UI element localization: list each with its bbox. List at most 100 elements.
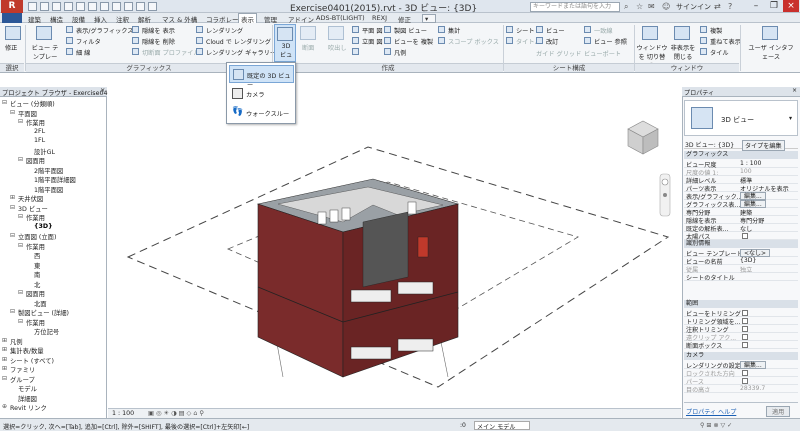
tile-icon[interactable] (700, 48, 707, 55)
revision-button[interactable]: 改訂 (546, 37, 558, 46)
view-reference-icon[interactable] (584, 37, 591, 44)
property-checkbox[interactable] (742, 370, 748, 376)
undo-icon[interactable] (52, 2, 61, 11)
3d-view-icon[interactable] (124, 2, 133, 11)
tree-expander-icon[interactable]: ⊟ (18, 242, 23, 249)
replicate-icon[interactable] (700, 26, 707, 33)
tree-item[interactable]: 平面図 (18, 109, 37, 118)
section-view-icon[interactable] (300, 26, 316, 40)
tab-insert[interactable]: 挿入 (92, 14, 109, 24)
selection-filter-icon[interactable]: ⚲ ⊞ ⊗ ▽ ✓ (700, 422, 732, 429)
remove-hidden-button[interactable]: 隠線を 削除 (142, 37, 175, 46)
property-edit-button[interactable]: 編集... (740, 361, 766, 369)
tree-expander-icon[interactable]: ⊟ (18, 118, 23, 125)
tab-massing[interactable]: マス & 外構 (160, 14, 199, 24)
search-input[interactable]: キーワードまたは語句を入力 (530, 2, 620, 12)
plan-view-button[interactable]: 平面 図 (362, 26, 383, 35)
rendering-button[interactable]: レンダリング (206, 26, 243, 35)
building-model[interactable] (256, 178, 460, 378)
tree-item[interactable]: 1FL (34, 137, 45, 144)
tab-ads-bt[interactable]: ADS-BT(LIGHT) (314, 14, 367, 23)
vis-graphics-icon[interactable] (66, 26, 73, 33)
model-canvas[interactable] (108, 87, 681, 408)
tree-item[interactable]: 作業用 (26, 118, 45, 127)
elevation-icon[interactable] (352, 37, 359, 44)
close-hidden-icon[interactable] (674, 26, 690, 40)
section-button[interactable]: 断面 (302, 43, 314, 52)
help-icon[interactable]: ? (728, 2, 732, 11)
tree-item[interactable]: 西 (34, 251, 40, 260)
app-tab[interactable] (2, 13, 22, 23)
tree-item[interactable]: 詳細図 (18, 394, 37, 403)
tile-button[interactable]: タイル (710, 48, 729, 57)
user-interface-button[interactable]: ユーザ インタフェース (746, 43, 796, 61)
thin-lines-icon[interactable] (66, 48, 73, 55)
tab-systems[interactable]: 設備 (70, 14, 87, 24)
maximize-button[interactable]: ❐ (766, 0, 782, 12)
properties-close-icon[interactable]: × (792, 87, 797, 94)
tree-item[interactable]: 作業用 (26, 318, 45, 327)
schedule-button[interactable]: 集計 (448, 26, 460, 35)
user-interface-icon[interactable] (762, 26, 778, 40)
tree-item[interactable]: 凡例 (10, 337, 23, 346)
tree-expander-icon[interactable]: ⊟ (2, 99, 7, 106)
tree-item[interactable]: 1階平面詳細図 (34, 175, 76, 184)
tree-item[interactable]: Revit リンク (10, 403, 47, 412)
browser-close-icon[interactable]: × (100, 87, 105, 94)
property-checkbox[interactable] (742, 334, 748, 340)
active-workset[interactable]: メイン モデル (474, 421, 530, 431)
view-reference-button[interactable]: ビュー 参照 (594, 37, 627, 46)
tree-item[interactable]: 集計表/数量 (10, 346, 44, 355)
property-edit-button[interactable]: <なし> (740, 249, 771, 257)
exchange-icon[interactable]: ⇄ (714, 2, 721, 11)
tree-item[interactable]: 2FL (34, 128, 45, 135)
default-3d-view-item[interactable]: 既定の 3D ビュー (229, 65, 294, 89)
property-checkbox[interactable] (742, 342, 748, 348)
legend-icon[interactable] (384, 48, 391, 55)
print-icon[interactable] (76, 2, 85, 11)
guide-grid-button[interactable]: ガイド グリッド (536, 49, 581, 58)
detail-level-icon[interactable]: ▣ ◎ ☀ ◑ ▤ ◇ ⌂ ⚲ (148, 410, 204, 417)
tree-item[interactable]: 作業用 (26, 213, 45, 222)
tree-item[interactable]: 図面用 (26, 156, 45, 165)
modify-arrow-icon[interactable] (5, 26, 21, 40)
type-selector[interactable]: 3D ビュー ▾ (684, 100, 798, 136)
property-edit-button[interactable]: 編集... (740, 192, 766, 200)
tree-item[interactable]: グループ (10, 375, 35, 384)
tree-item[interactable]: シート (すべて) (10, 356, 54, 365)
view-icon[interactable] (536, 26, 543, 33)
cut-profile-icon[interactable] (132, 48, 139, 55)
duplicate-view-icon[interactable] (384, 37, 391, 44)
drafting-view-button[interactable]: 製図 ビュー (394, 26, 427, 35)
gallery-icon[interactable] (196, 48, 203, 55)
plan-view-icon[interactable] (352, 26, 359, 33)
tree-expander-icon[interactable]: ⊟ (10, 232, 15, 239)
viewports-button[interactable]: ビューポート (584, 49, 621, 58)
tree-expander-icon[interactable]: ⊟ (18, 156, 23, 163)
walkthrough-item[interactable]: 👣 ウォークスルー (229, 104, 294, 122)
3d-view-button[interactable]: 3D ビュー (274, 24, 296, 68)
schedule-icon[interactable] (438, 26, 445, 33)
vis-graphics-button[interactable]: 表示/グラフィックス (76, 26, 133, 35)
tree-item[interactable]: 北 (34, 280, 40, 289)
type-dropdown-icon[interactable]: ▾ (789, 115, 792, 122)
communication-icon[interactable]: ✉ (648, 2, 655, 11)
tree-item[interactable]: 北面 (34, 299, 47, 308)
close-windows-icon[interactable] (148, 2, 157, 11)
legend-button[interactable]: 凡例 (394, 48, 406, 57)
remove-hidden-icon[interactable] (132, 37, 139, 44)
tree-expander-icon[interactable]: ⊟ (2, 375, 7, 382)
rendering-gallery-button[interactable]: レンダリング ギャラリー (206, 48, 276, 57)
match-line-button[interactable]: 一致線 (594, 26, 613, 35)
camera-item[interactable]: カメラ (229, 85, 294, 103)
group-create-label[interactable]: 作成 (273, 63, 503, 72)
ribbon-minimize-icon[interactable]: ▾ (422, 14, 436, 23)
extents-section[interactable]: 範囲 (684, 300, 798, 308)
tree-item[interactable]: 2階平面図 (34, 166, 63, 175)
sign-in-button[interactable]: サインイン (676, 2, 711, 12)
tree-expander-icon[interactable]: ⊞ (2, 346, 7, 353)
view-scale[interactable]: 1 : 100 (112, 410, 134, 417)
match-line-icon[interactable] (584, 26, 591, 33)
callout-button[interactable]: 吹出し (328, 43, 347, 52)
3d-viewport[interactable] (108, 87, 681, 408)
